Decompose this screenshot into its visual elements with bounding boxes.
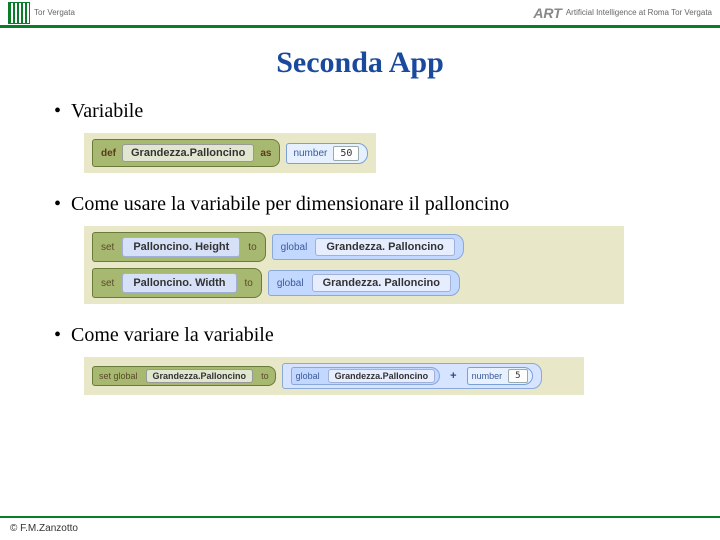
lhs-global-block: global Grandezza.Palloncino [291, 367, 441, 385]
prop-height: Palloncino. Height [122, 237, 240, 257]
lhs-var: Grandezza.Palloncino [328, 369, 436, 383]
footer-divider [0, 516, 720, 518]
page-title: Seconda App [0, 46, 720, 80]
rhs-number-value: 5 [508, 369, 527, 383]
set-row-height: set Palloncino. Height to global Grandez… [92, 232, 616, 262]
def-block: def Grandezza.Palloncino as [92, 139, 280, 167]
number-value: 50 [333, 146, 359, 161]
incr-row: set global Grandezza.Palloncino to globa… [92, 363, 576, 389]
art-label: Artificial Intelligence at Roma Tor Verg… [566, 8, 712, 17]
math-block: global Grandezza.Palloncino + number 5 [282, 363, 542, 389]
bullet-vary: Come variare la variabile [54, 324, 680, 347]
logo-left: Tor Vergata [8, 2, 75, 24]
art-logo-icon: ART [533, 5, 562, 21]
global-block-height: global Grandezza. Palloncino [272, 234, 464, 260]
set-block-width: set Palloncino. Width to [92, 268, 262, 298]
set-global-block: set global Grandezza.Palloncino to [92, 366, 276, 386]
blocks-incr-strip: set global Grandezza.Palloncino to globa… [84, 357, 584, 395]
number-block: number 50 [286, 143, 368, 164]
bullet-text-1: Variabile [71, 100, 143, 123]
to-kw: to [261, 371, 269, 381]
global-block-width: global Grandezza. Palloncino [268, 270, 460, 296]
bullet-text-3: Come variare la variabile [71, 324, 274, 347]
logo-right: ART Artificial Intelligence at Roma Tor … [533, 5, 712, 21]
blocks-def-strip: def Grandezza.Palloncino as number 50 [84, 133, 376, 173]
global-kw: global [281, 242, 308, 253]
def-keyword: def [101, 148, 116, 159]
to-kw: to [248, 242, 256, 253]
plus-op: + [446, 370, 460, 382]
as-keyword: as [260, 148, 271, 159]
variable-name-chip: Grandezza.Palloncino [122, 144, 254, 162]
set-kw: set [101, 242, 114, 253]
university-logo-icon [8, 2, 30, 24]
bullet-text-2: Come usare la variabile per dimensionare… [71, 193, 509, 216]
number-keyword: number [293, 148, 327, 159]
set-block-height: set Palloncino. Height to [92, 232, 266, 262]
set-global-kw: set global [99, 371, 138, 381]
rhs-number-block: number 5 [467, 367, 533, 385]
def-row: def Grandezza.Palloncino as number 50 [92, 139, 368, 167]
set-kw: set [101, 278, 114, 289]
footer-copyright: © F.M.Zanzotto [10, 523, 78, 534]
global-kw: global [277, 278, 304, 289]
blocks-set-strip: set Palloncino. Height to global Grandez… [84, 226, 624, 304]
content: Variabile def Grandezza.Palloncino as nu… [0, 100, 720, 395]
target-var: Grandezza.Palloncino [146, 369, 254, 383]
global-kw: global [296, 371, 320, 381]
global-var: Grandezza. Palloncino [315, 238, 454, 256]
to-kw: to [245, 278, 253, 289]
prop-width: Palloncino. Width [122, 273, 236, 293]
bullet-usage: Come usare la variabile per dimensionare… [54, 193, 680, 216]
global-var: Grandezza. Palloncino [312, 274, 451, 292]
number-kw: number [472, 371, 503, 381]
set-row-width: set Palloncino. Width to global Grandezz… [92, 268, 616, 298]
bullet-variable: Variabile [54, 100, 680, 123]
header-bar: Tor Vergata ART Artificial Intelligence … [0, 0, 720, 28]
university-label: Tor Vergata [34, 8, 75, 17]
